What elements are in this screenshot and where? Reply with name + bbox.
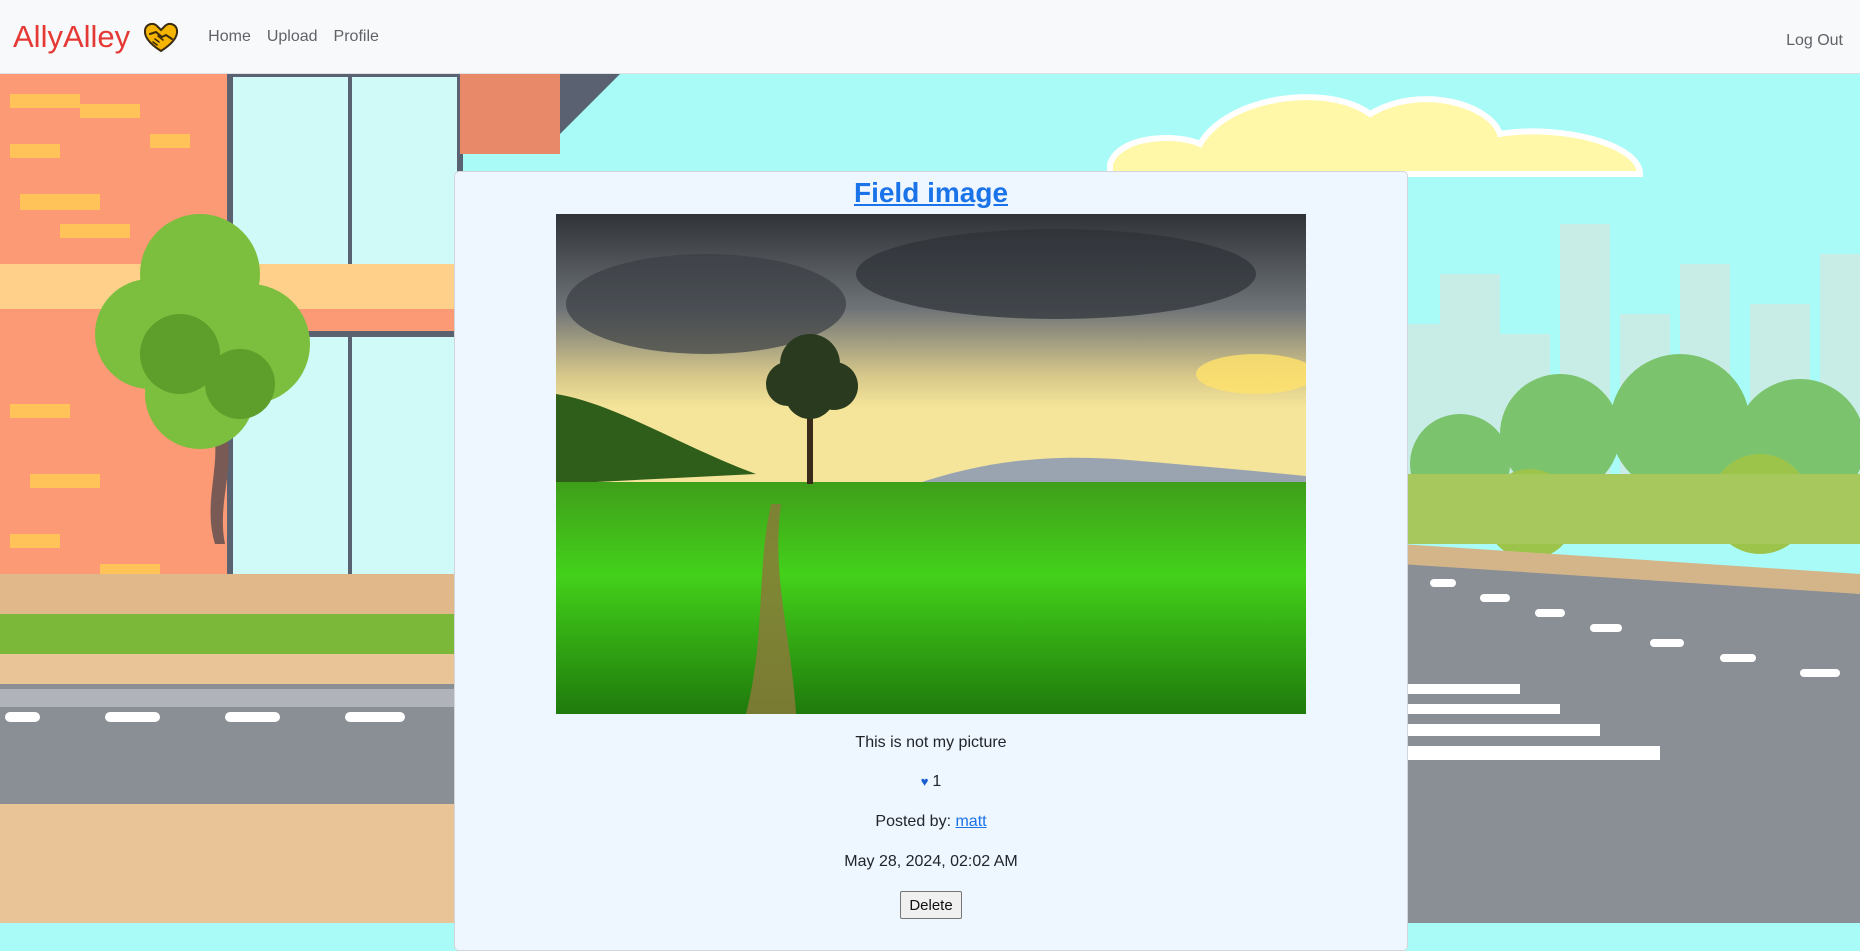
post-card: Field image This is not my picture ♥ 1 P…: [454, 171, 1408, 951]
handshake-heart-icon: [144, 22, 179, 52]
brand-link[interactable]: AllyAlley: [13, 20, 180, 54]
nav-home[interactable]: Home: [208, 28, 251, 46]
likes-count: 1: [932, 773, 942, 790]
brand-name: AllyAlley: [13, 19, 131, 54]
navbar: AllyAlley Home Upload Profile Log Out: [0, 0, 1860, 74]
nav-upload[interactable]: Upload: [267, 28, 318, 46]
posted-by: Posted by: matt: [455, 813, 1407, 831]
post-caption: This is not my picture: [855, 734, 1007, 751]
author-link[interactable]: matt: [955, 813, 986, 830]
nav-links: Home Upload Profile: [208, 28, 395, 46]
nav-profile[interactable]: Profile: [334, 28, 379, 46]
post-date: May 28, 2024, 02:02 AM: [844, 853, 1018, 870]
likes-row: ♥ 1: [455, 773, 1407, 791]
logout-link[interactable]: Log Out: [1786, 32, 1843, 50]
heart-icon[interactable]: ♥: [921, 774, 929, 789]
post-title-link[interactable]: Field image: [455, 177, 1407, 209]
post-image[interactable]: [556, 214, 1306, 714]
posted-by-label: Posted by:: [875, 813, 952, 830]
delete-button[interactable]: Delete: [900, 891, 962, 919]
